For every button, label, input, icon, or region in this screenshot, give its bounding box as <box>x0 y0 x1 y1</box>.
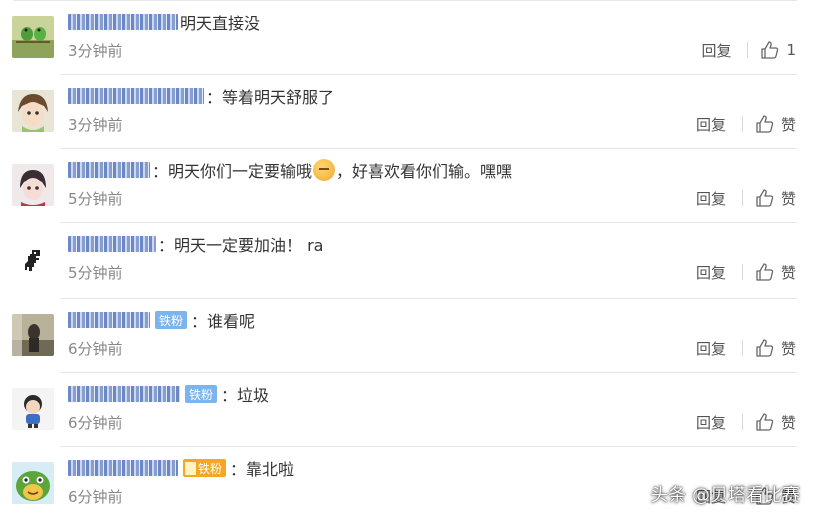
thumbs-up-icon <box>756 189 774 207</box>
divider <box>60 446 797 447</box>
divider <box>60 298 797 299</box>
divider <box>60 148 797 149</box>
avatar[interactable] <box>12 462 54 504</box>
timestamp: 3分钟前 <box>68 116 123 134</box>
comment-text: ：靠北啦 <box>230 460 295 479</box>
emoji-icon <box>313 159 336 181</box>
reply-button[interactable]: 回复 <box>696 412 726 433</box>
divider <box>14 0 797 1</box>
like-button[interactable]: 1 <box>760 40 796 60</box>
timestamp: 5分钟前 <box>68 264 123 282</box>
like-button[interactable]: 赞 <box>755 338 796 359</box>
avatar[interactable] <box>12 238 54 280</box>
separator <box>741 190 743 206</box>
thumbs-up-icon <box>761 41 779 59</box>
reply-button[interactable]: 回复 <box>696 338 726 359</box>
like-count: 1 <box>786 41 796 59</box>
comment-text-continued: ，好喜欢看你们输。嘿嘿 <box>336 162 513 181</box>
separator <box>741 116 743 132</box>
reply-button[interactable]: 回复 <box>696 262 726 283</box>
avatar[interactable] <box>12 164 54 206</box>
like-label: 赞 <box>780 413 796 432</box>
comment-text: ：垃圾 <box>221 386 270 405</box>
reply-button[interactable]: 回复 <box>696 114 726 135</box>
avatar[interactable] <box>12 314 54 356</box>
fan-badge: 铁粉 <box>183 459 227 477</box>
comment-actions: 回复 赞 <box>696 410 796 434</box>
comment-text: 明天直接没 <box>180 14 261 33</box>
separator <box>747 42 749 58</box>
timestamp: 5分钟前 <box>68 190 123 208</box>
like-button[interactable]: 赞 <box>755 412 796 433</box>
separator <box>741 264 743 280</box>
like-label: 赞 <box>780 189 796 208</box>
separator <box>741 414 743 430</box>
avatar[interactable] <box>12 388 54 430</box>
comment-text: ：谁看呢 <box>191 312 256 331</box>
comment-item: 铁粉 ：垃圾 6分钟前 回复 赞 <box>0 372 814 446</box>
username[interactable] <box>68 460 178 476</box>
username[interactable] <box>68 162 150 178</box>
divider <box>60 222 797 223</box>
watermark: 头条 @贝塔看比赛 <box>650 485 800 506</box>
comment-actions: 回复 赞 <box>696 186 796 210</box>
username[interactable] <box>68 312 150 328</box>
like-label: 赞 <box>780 115 796 134</box>
avatar[interactable] <box>12 90 54 132</box>
fan-badge: 铁粉 <box>155 311 188 329</box>
divider <box>60 372 797 373</box>
comment-actions: 回复 赞 <box>696 112 796 136</box>
comment-item: ：明天你们一定要输哦 ，好喜欢看你们输。嘿嘿 5分钟前 回复 赞 <box>0 148 814 222</box>
like-button[interactable]: 赞 <box>755 188 796 209</box>
badge-label: 铁粉 <box>198 461 223 476</box>
divider <box>60 74 797 75</box>
thumbs-up-icon <box>756 413 774 431</box>
timestamp: 6分钟前 <box>68 414 123 432</box>
thumbs-up-icon <box>756 339 774 357</box>
comment-actions: 回复 赞 <box>696 336 796 360</box>
comment-item: 铁粉 ：谁看呢 6分钟前 回复 赞 <box>0 298 814 372</box>
comment-text: ：明天你们一定要输哦 <box>152 162 313 181</box>
thumbs-up-icon <box>756 263 774 281</box>
like-label: 赞 <box>780 339 796 358</box>
comment-item: ：明天一定要加油！ ra 5分钟前 回复 赞 <box>0 222 814 296</box>
timestamp: 3分钟前 <box>68 42 123 60</box>
comment-item: 明天直接没 3分钟前 回复 1 <box>0 0 814 74</box>
username[interactable] <box>68 236 156 252</box>
username[interactable] <box>68 88 204 104</box>
timestamp: 6分钟前 <box>68 488 123 506</box>
comment-text: ：等着明天舒服了 <box>206 88 335 107</box>
reply-button[interactable]: 回复 <box>701 40 731 61</box>
reply-button[interactable]: 回复 <box>696 188 726 209</box>
thumbs-up-icon <box>756 115 774 133</box>
separator <box>741 340 743 356</box>
comment-actions: 回复 赞 <box>696 260 796 284</box>
username[interactable] <box>68 386 180 402</box>
like-button[interactable]: 赞 <box>755 114 796 135</box>
timestamp: 6分钟前 <box>68 340 123 358</box>
comment-item: ：等着明天舒服了 3分钟前 回复 赞 <box>0 74 814 148</box>
fan-badge: 铁粉 <box>185 385 218 403</box>
badge-flag-icon <box>185 461 196 475</box>
comment-actions: 回复 1 <box>701 38 796 62</box>
like-button[interactable]: 赞 <box>755 262 796 283</box>
comment-text: ：明天一定要加油！ ra <box>158 236 324 255</box>
username[interactable] <box>68 14 178 30</box>
avatar[interactable] <box>12 16 54 58</box>
like-label: 赞 <box>780 263 796 282</box>
